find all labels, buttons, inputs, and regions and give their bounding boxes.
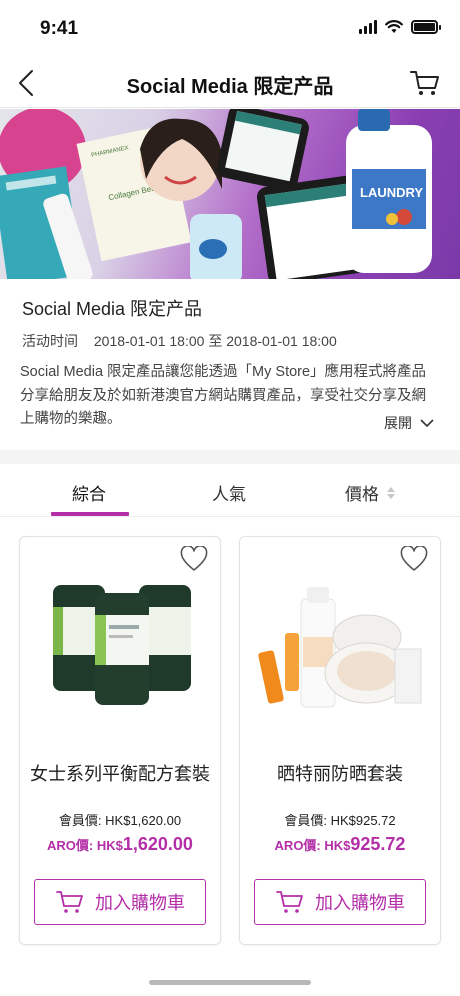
active-tab-indicator (51, 512, 129, 516)
wifi-icon (385, 20, 403, 33)
heart-icon (400, 545, 428, 571)
add-to-cart-label: 加入購物車 (315, 893, 405, 913)
add-to-cart-button[interactable]: 加入購物車 (254, 879, 426, 925)
banner-laundry-text: LAUNDRY (360, 185, 423, 200)
promo-title: Social Media 限定产品 (22, 299, 203, 319)
favorite-button[interactable] (180, 545, 208, 572)
member-price: 會員價: HK$1,620.00 (20, 810, 220, 829)
aro-price-value: 925.72 (350, 834, 406, 854)
cart-button[interactable] (408, 66, 442, 100)
member-price-label: 會員價: (58, 813, 106, 828)
battery-icon (411, 20, 441, 34)
aro-price-label: ARO價: HK$ (47, 838, 123, 853)
expand-label: 展開 (384, 415, 412, 431)
product-name: 女士系列平衡配方套裝 (30, 764, 210, 784)
promo-time-range: 2018-01-01 18:00 至 2018-01-01 18:00 (93, 333, 337, 349)
cart-icon (410, 71, 439, 95)
cart-icon (56, 891, 83, 913)
banner-illustration: Collagen Beauty PHARMANEX LAUNDRY (0, 109, 432, 279)
cart-icon (276, 891, 303, 913)
aro-price-value: 1,620.00 (122, 834, 193, 854)
section-divider (0, 450, 460, 464)
add-to-cart-label: 加入購物車 (95, 893, 185, 913)
member-price-label: 會員價: (284, 813, 331, 828)
page-title: Social Media 限定产品 (126, 76, 334, 98)
promo-time: 活动时间 2018-01-01 18:00 至 2018-01-01 18:00 (22, 331, 337, 351)
sort-arrows-icon (387, 486, 395, 499)
promo-description: Social Media 限定產品讓您能透過「My Store」應用程式將產品分… (20, 364, 427, 427)
product-name: 晒特丽防晒套装 (277, 764, 403, 784)
tab-price[interactable]: 價格 (345, 480, 395, 505)
chevron-down-icon (420, 418, 434, 427)
tab-label: 價格 (345, 485, 379, 504)
aro-price: ARO價: HK$1,620.00 (20, 834, 220, 855)
favorite-button[interactable] (400, 545, 428, 572)
product-card[interactable]: 晒特丽防晒套装 會員價: HK$925.72 ARO價: HK$925.72 加… (239, 536, 441, 945)
promo-time-label: 活动时间 (22, 333, 78, 349)
member-price-value: HK$1,620.00 (105, 813, 182, 828)
aro-price: ARO價: HK$925.72 (240, 834, 440, 855)
tab-overall[interactable]: 綜合 (72, 480, 106, 505)
tab-label: 綜合 (72, 485, 106, 504)
status-bar: 9:41 (0, 0, 460, 58)
product-image (53, 585, 191, 705)
expand-button[interactable]: 展開 (384, 413, 434, 433)
product-image (258, 587, 422, 708)
heart-icon (180, 545, 208, 571)
product-card[interactable]: 女士系列平衡配方套裝 會員價: HK$1,620.00 ARO價: HK$1,6… (19, 536, 221, 945)
signal-icon (359, 20, 377, 34)
tab-popularity[interactable]: 人氣 (212, 480, 246, 505)
aro-price-label: ARO價: HK$ (274, 838, 351, 853)
member-price-value: HK$925.72 (330, 813, 396, 828)
promo-banner[interactable]: Collagen Beauty PHARMANEX LAUNDRY (0, 109, 460, 279)
status-icons (359, 20, 441, 34)
nav-bar: Social Media 限定产品 (0, 58, 460, 108)
member-price: 會員價: HK$925.72 (240, 810, 440, 829)
status-time: 9:41 (40, 18, 79, 39)
home-indicator[interactable] (149, 980, 311, 985)
sort-tabs: 綜合 人氣 價格 (0, 464, 460, 517)
tab-label: 人氣 (212, 485, 246, 504)
add-to-cart-button[interactable]: 加入購物車 (34, 879, 206, 925)
